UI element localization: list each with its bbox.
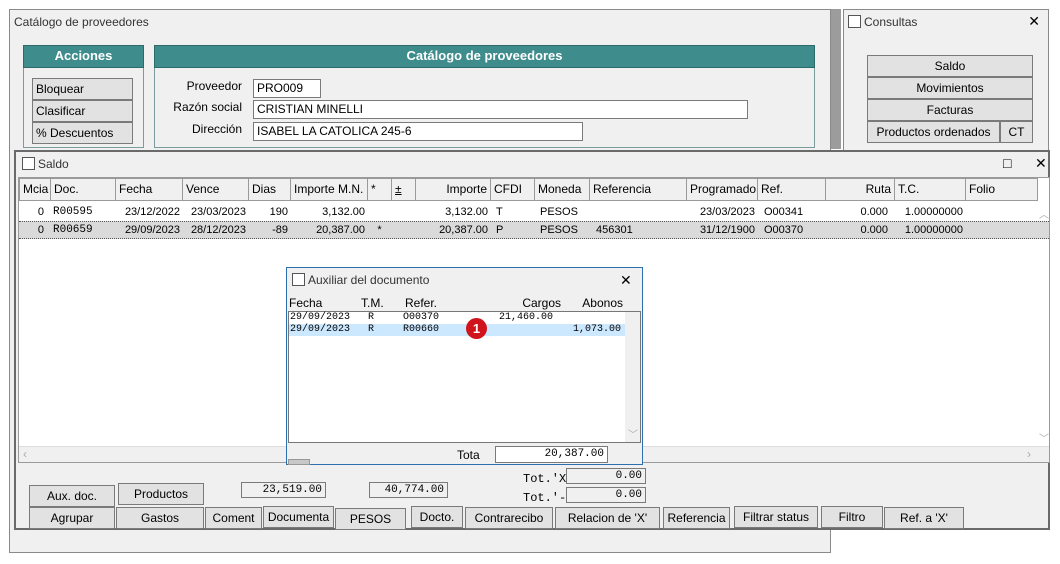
table-row-selected[interactable]: 0 R00659 29/09/2023 28/12/2023 -89 20,38… [19, 221, 1049, 239]
col-tc[interactable]: T.C. [894, 178, 966, 201]
tot-dash-label: Tot.'- [523, 491, 567, 505]
aux-window: Auxiliar del documento ✕ Fecha T.M. Refe… [286, 267, 643, 465]
col-programado[interactable]: Programado [686, 178, 758, 201]
movimientos-button[interactable]: Movimientos [867, 77, 1033, 99]
col-plusminus[interactable]: ± [391, 178, 416, 201]
coment-button[interactable]: Coment [205, 507, 262, 529]
aux-col-fecha[interactable]: Fecha [289, 296, 322, 310]
referencia-button[interactable]: Referencia [663, 507, 730, 529]
col-folio[interactable]: Folio [965, 178, 1038, 201]
aux-total-label: Tota [457, 448, 480, 462]
list-item-selected[interactable]: 29/09/2023 R R00660 1,073.00 [289, 324, 625, 336]
proveedor-field[interactable]: PRO009 [253, 79, 321, 98]
close-icon[interactable]: ✕ [1028, 14, 1040, 28]
total1-field: 23,519.00 [241, 482, 326, 498]
col-importe-mn[interactable]: Importe M.N. [290, 178, 368, 201]
col-moneda[interactable]: Moneda [534, 178, 590, 201]
table-row[interactable]: 0 R00595 23/12/2022 23/03/2023 190 3,132… [19, 204, 1049, 220]
window-icon [848, 15, 861, 28]
aux-header: Fecha T.M. Refer. Cargos Abonos [289, 296, 629, 310]
catalog-scroll-strip [831, 9, 841, 149]
aux-doc-button[interactable]: Aux. doc. [29, 485, 115, 507]
aux-total-field: 20,387.00 [495, 446, 608, 463]
actions-header: Acciones [23, 45, 144, 68]
aux-title: Auxiliar del documento [308, 273, 430, 287]
saldo-button[interactable]: Saldo [867, 55, 1033, 77]
col-ruta[interactable]: Ruta [825, 178, 895, 201]
direccion-label: Dirección [191, 122, 242, 136]
aux-list: 29/09/2023 R O00370 21,460.00 29/09/2023… [288, 311, 641, 443]
catalog-window-title: Catálogo de proveedores [14, 15, 149, 29]
proveedor-label: Proveedor [186, 79, 242, 93]
aux-col-tm[interactable]: T.M. [361, 296, 384, 310]
tot-x-label: Tot.'X [523, 472, 567, 486]
direccion-field[interactable]: ISABEL LA CATOLICA 245-6 [253, 122, 583, 141]
scroll-right-icon[interactable]: › [1027, 447, 1031, 461]
window-icon [22, 157, 35, 170]
annotation-badge: 1 [466, 318, 487, 339]
form-header: Catálogo de proveedores [154, 45, 815, 68]
razon-social-field[interactable]: CRISTIAN MINELLI [253, 100, 748, 119]
aux-hscroll-thumb[interactable] [288, 459, 310, 465]
scroll-down-icon[interactable]: ﹀ [628, 426, 638, 441]
list-item[interactable]: 29/09/2023 R O00370 21,460.00 [289, 312, 625, 324]
gastos-button[interactable]: Gastos [116, 507, 204, 529]
aux-col-cargos[interactable]: Cargos [489, 296, 561, 310]
scroll-down-icon[interactable]: ﹀ [1039, 430, 1049, 445]
grid-header: Mcia Doc. Fecha Vence Dias Importe M.N. … [19, 178, 1049, 201]
ct-button[interactable]: CT [1000, 121, 1033, 143]
agrupar-button[interactable]: Agrupar [29, 507, 115, 529]
maximize-icon[interactable]: □ [1003, 156, 1011, 170]
productos-button[interactable]: Productos [118, 483, 204, 505]
filtrar-status-button[interactable]: Filtrar status [734, 506, 818, 528]
scroll-up-icon[interactable]: ︿ [1039, 206, 1049, 221]
relacion-button[interactable]: Relacion de 'X' [555, 507, 660, 529]
window-icon [292, 273, 305, 286]
facturas-button[interactable]: Facturas [867, 99, 1033, 121]
col-vence[interactable]: Vence [182, 178, 249, 201]
total2-field: 40,774.00 [369, 482, 448, 498]
col-referencia[interactable]: Referencia [589, 178, 687, 201]
aux-vertical-scrollbar[interactable]: ﹀ [625, 312, 640, 442]
documenta-button[interactable]: Documenta [263, 506, 334, 528]
docto-button[interactable]: Docto. [411, 506, 463, 528]
col-ref[interactable]: Ref. [757, 178, 826, 201]
saldo-title: Saldo [38, 157, 69, 171]
col-asterisk[interactable]: * [367, 178, 392, 201]
contrarecibo-button[interactable]: Contrarecibo [465, 507, 553, 529]
col-mcia[interactable]: Mcia [19, 178, 51, 201]
tot-x-field: 0.00 [566, 468, 646, 484]
productos-ordenados-button[interactable]: Productos ordenados [867, 121, 1000, 143]
filtro-button[interactable]: Filtro [821, 506, 883, 528]
aux-col-abonos[interactable]: Abonos [561, 296, 623, 310]
close-icon[interactable]: ✕ [1035, 156, 1047, 170]
ref-a-x-button[interactable]: Ref. a 'X' [884, 507, 964, 529]
clasificar-button[interactable]: Clasificar [32, 100, 133, 122]
close-icon[interactable]: ✕ [620, 273, 632, 287]
col-dias[interactable]: Dias [248, 178, 291, 201]
bloquear-button[interactable]: Bloquear [32, 78, 133, 100]
col-importe[interactable]: Importe [415, 178, 491, 201]
scroll-left-icon[interactable]: ‹ [23, 447, 27, 461]
consultas-title: Consultas [864, 15, 918, 29]
aux-col-refer[interactable]: Refer. [405, 296, 437, 310]
tot-dash-field: 0.00 [566, 487, 646, 503]
razon-social-label: Razón social [173, 100, 242, 114]
col-cfdi[interactable]: CFDI [490, 178, 535, 201]
descuentos-button[interactable]: % Descuentos [32, 122, 133, 144]
col-doc[interactable]: Doc. [50, 178, 116, 201]
col-fecha[interactable]: Fecha [115, 178, 183, 201]
pesos-button[interactable]: PESOS [335, 508, 406, 530]
